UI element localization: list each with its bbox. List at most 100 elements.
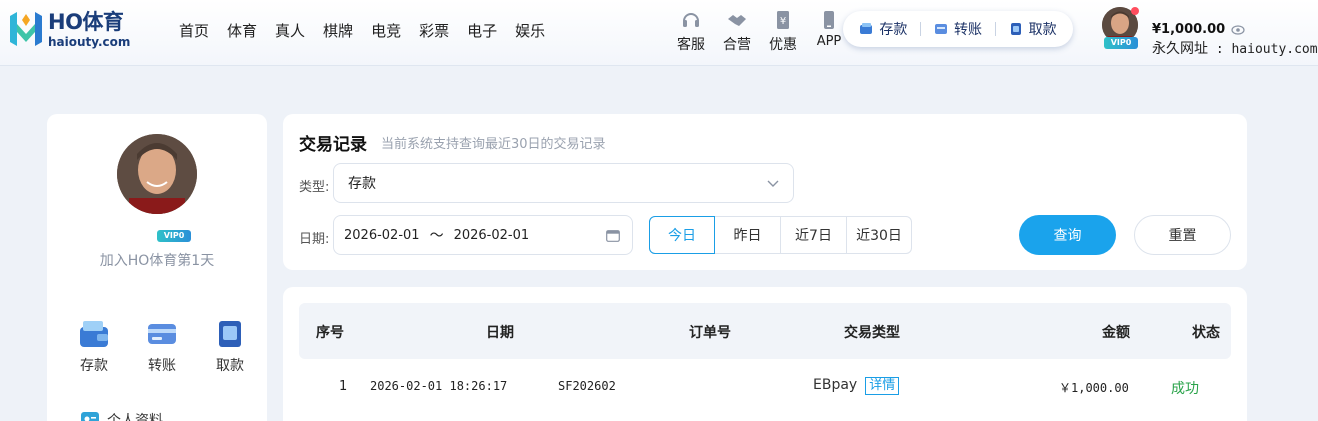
tool-customer-service[interactable]: 客服 xyxy=(668,8,714,54)
withdraw-icon xyxy=(1010,23,1021,35)
page-subtitle: 当前系统支持查询最近30日的交易记录 xyxy=(381,137,606,152)
range-today-button[interactable]: 今日 xyxy=(649,216,715,254)
sidebar-vip-badge: VIP0 xyxy=(157,230,191,242)
header-transfer-button[interactable]: 转账 xyxy=(934,19,982,39)
deposit-icon xyxy=(860,23,873,34)
brand-logo[interactable]: HO体育 haiouty.com xyxy=(8,10,130,50)
tool-label: 客服 xyxy=(677,37,705,53)
row-type-cell: EBpay 详情 xyxy=(813,377,900,395)
phone-icon xyxy=(824,11,834,29)
date-start: 2026-02-01 xyxy=(344,227,420,243)
wallet-actions: 存款 转账 取款 xyxy=(843,11,1073,47)
top-header: HO体育 haiouty.com 首页 体育 真人 棋牌 电竞 彩票 电子 娱乐… xyxy=(0,0,1318,66)
col-status-header: 状态 xyxy=(1192,325,1220,341)
row-date: 2026-02-01 18:26:17 xyxy=(370,379,508,393)
headset-icon xyxy=(683,13,699,27)
balance-display: ¥1,000.00 xyxy=(1152,22,1245,37)
nav-item-entertainment[interactable]: 娱乐 xyxy=(515,20,545,41)
sidebar-item-profile[interactable]: 个人资料 xyxy=(81,410,163,421)
coupon-icon: ¥ xyxy=(777,11,789,29)
sidebar-profile-label: 个人资料 xyxy=(107,413,163,421)
type-label: 类型: xyxy=(299,180,330,195)
col-type-header: 交易类型 xyxy=(844,325,900,341)
transaction-table: 序号 日期 订单号 交易类型 金额 状态 1 2026-02-01 18:26:… xyxy=(283,287,1247,421)
header-withdraw-label: 取款 xyxy=(1028,22,1057,38)
permanent-url: 永久网址 : haiouty.com xyxy=(1152,41,1318,57)
sidebar-transfer-button[interactable]: 转账 xyxy=(135,319,189,375)
profile-card-icon xyxy=(81,412,99,421)
profile-avatar[interactable] xyxy=(117,134,197,214)
tool-label: 优惠 xyxy=(769,37,797,53)
range-last7-button[interactable]: 近7日 xyxy=(781,217,847,253)
date-separator: 〜 xyxy=(429,228,444,244)
row-detail-link[interactable]: 详情 xyxy=(865,377,900,395)
withdraw-box-icon xyxy=(219,321,241,347)
col-amount-header: 金额 xyxy=(1102,325,1130,341)
header-deposit-button[interactable]: 存款 xyxy=(859,19,907,39)
nav-item-sports[interactable]: 体育 xyxy=(227,20,257,41)
tool-partner[interactable]: 合营 xyxy=(714,8,760,54)
permanent-url-value: haiouty.com xyxy=(1231,42,1318,57)
nav-item-slots[interactable]: 电子 xyxy=(467,20,497,41)
range-last30-button[interactable]: 近30日 xyxy=(847,217,911,253)
transaction-type-select[interactable]: 存款 xyxy=(333,163,794,203)
join-days-text: 加入HO体育第1天 xyxy=(99,253,215,269)
transaction-filter-panel: 交易记录 当前系统支持查询最近30日的交易记录 类型: 存款 日期: 2026-… xyxy=(283,114,1247,270)
tool-label: 合营 xyxy=(723,37,751,53)
deposit-wallet-icon xyxy=(80,321,108,347)
nav-item-home[interactable]: 首页 xyxy=(179,20,209,41)
permanent-url-label: 永久网址 xyxy=(1152,41,1208,57)
date-label: 日期: xyxy=(299,232,330,247)
nav-item-lottery[interactable]: 彩票 xyxy=(419,20,449,41)
quick-date-range: 今日 昨日 近7日 近30日 xyxy=(649,216,912,254)
date-end: 2026-02-01 xyxy=(453,227,530,243)
header-transfer-label: 转账 xyxy=(953,22,982,38)
notification-dot xyxy=(1131,7,1139,15)
nav-item-esports[interactable]: 电竞 xyxy=(371,20,401,41)
account-sidebar: VIP0 加入HO体育第1天 存款 转账 取款 个人资料 xyxy=(47,114,267,421)
tool-promo[interactable]: ¥ 优惠 xyxy=(760,8,806,54)
logo-mark-icon xyxy=(10,12,42,46)
col-index-header: 序号 xyxy=(316,325,344,341)
handshake-icon xyxy=(728,15,746,26)
main-nav: 首页 体育 真人 棋牌 电竞 彩票 电子 娱乐 xyxy=(170,0,554,60)
table-header: 序号 日期 订单号 交易类型 金额 状态 xyxy=(299,303,1231,359)
transfer-icon xyxy=(934,24,947,34)
row-status: 成功 xyxy=(1171,381,1199,397)
sidebar-withdraw-label: 取款 xyxy=(216,358,244,374)
calendar-icon xyxy=(606,230,620,242)
header-deposit-label: 存款 xyxy=(879,22,908,38)
page-title: 交易记录 xyxy=(299,135,367,155)
avatar-photo xyxy=(117,134,197,214)
sidebar-deposit-button[interactable]: 存款 xyxy=(67,319,121,375)
balance-amount: ¥1,000.00 xyxy=(1152,22,1226,37)
header-tools: 客服 合营 ¥ 优惠 APP xyxy=(668,8,852,54)
row-order-id: SF202602 xyxy=(558,379,616,393)
row-index: 1 xyxy=(339,379,348,394)
type-select-value: 存款 xyxy=(348,176,376,192)
range-yesterday-button[interactable]: 昨日 xyxy=(715,217,781,253)
brand-name: HO体育 xyxy=(48,10,124,34)
col-date-header: 日期 xyxy=(486,325,514,341)
header-vip-badge: VIP0 xyxy=(1104,37,1138,49)
row-type: EBpay xyxy=(813,377,858,393)
row-amount: ￥1,000.00 xyxy=(1059,381,1129,395)
svg-text:¥: ¥ xyxy=(780,16,786,27)
query-button[interactable]: 查询 xyxy=(1019,215,1116,255)
pill-divider xyxy=(994,22,996,36)
nav-item-chess[interactable]: 棋牌 xyxy=(323,20,353,41)
sidebar-wallet-actions: 存款 转账 取款 xyxy=(67,319,257,375)
brand-domain: haiouty.com xyxy=(48,35,131,49)
chevron-down-icon xyxy=(767,180,779,187)
sidebar-transfer-label: 转账 xyxy=(148,358,176,374)
nav-item-live[interactable]: 真人 xyxy=(275,20,305,41)
col-order-header: 订单号 xyxy=(689,325,731,341)
sidebar-withdraw-button[interactable]: 取款 xyxy=(203,319,257,375)
date-range-picker[interactable]: 2026-02-01 〜 2026-02-01 xyxy=(333,215,633,255)
sidebar-deposit-label: 存款 xyxy=(80,358,108,374)
reset-button[interactable]: 重置 xyxy=(1134,215,1231,255)
pill-divider xyxy=(920,22,922,36)
eye-icon[interactable] xyxy=(1231,24,1245,35)
header-withdraw-button[interactable]: 取款 xyxy=(1009,19,1057,39)
transfer-card-icon xyxy=(148,324,176,344)
